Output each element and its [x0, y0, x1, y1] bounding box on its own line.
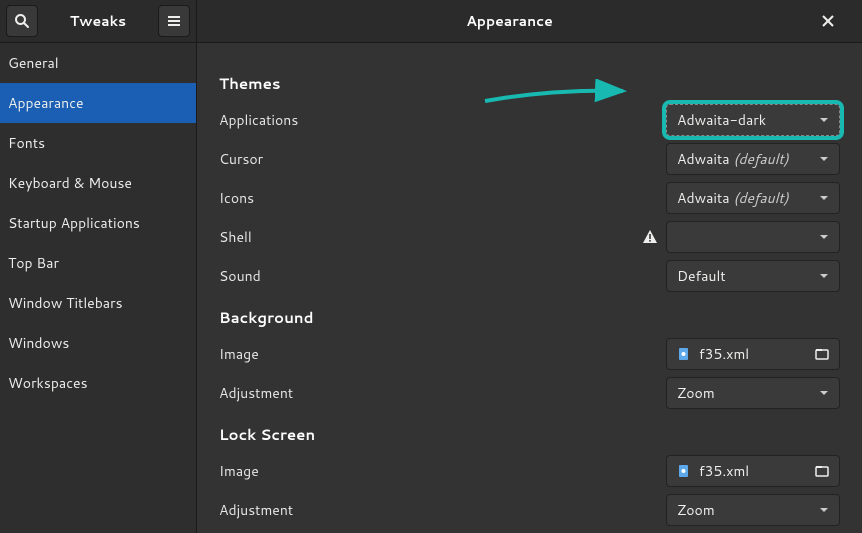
search-button[interactable] [6, 5, 38, 37]
sidebar-item-window-titlebars[interactable]: Window Titlebars [0, 283, 196, 323]
dropdown-value: Adwaita-dark [677, 110, 813, 130]
row-lockscreen-adjustment: Adjustment Zoom [219, 490, 840, 529]
applications-dropdown[interactable]: Adwaita-dark [666, 104, 840, 136]
dropdown-value: Zoom [677, 383, 813, 403]
dropdown-value: Default [677, 266, 813, 286]
row-lockscreen-image: Image f35.xml [219, 451, 840, 490]
sound-dropdown[interactable]: Default [666, 260, 840, 292]
hamburger-icon [166, 13, 182, 29]
section-heading-background: Background [219, 307, 840, 328]
row-label: Cursor [219, 149, 666, 169]
dropdown-value: Adwaita (default) [677, 149, 813, 169]
chevron-down-icon [819, 154, 829, 164]
row-icons: Icons Adwaita (default) [219, 178, 840, 217]
dropdown-value: Zoom [677, 500, 813, 520]
page-title: Appearance [197, 11, 822, 31]
chevron-down-icon [819, 505, 829, 515]
row-applications: Applications Adwaita-dark [219, 100, 840, 139]
sidebar-item-general[interactable]: General [0, 43, 196, 83]
sidebar-item-label: Fonts [8, 133, 45, 153]
sidebar: General Appearance Fonts Keyboard & Mous… [0, 43, 197, 533]
sidebar-item-keyboard-mouse[interactable]: Keyboard & Mouse [0, 163, 196, 203]
row-label: Applications [219, 110, 666, 130]
file-name: f35.xml [699, 461, 815, 481]
background-adjustment-dropdown[interactable]: Zoom [666, 377, 840, 409]
sidebar-item-label: Appearance [8, 93, 84, 113]
cursor-dropdown[interactable]: Adwaita (default) [666, 143, 840, 175]
background-image-button[interactable]: f35.xml [666, 338, 840, 370]
row-label: Icons [219, 188, 666, 208]
app-title: Tweaks [42, 11, 154, 31]
file-name: f35.xml [699, 344, 815, 364]
row-background-adjustment: Adjustment Zoom [219, 373, 840, 412]
sidebar-item-windows[interactable]: Windows [0, 323, 196, 363]
sidebar-item-appearance[interactable]: Appearance [0, 83, 196, 123]
sidebar-item-label: General [8, 53, 59, 73]
chevron-down-icon [819, 232, 829, 242]
shell-dropdown[interactable] [666, 221, 840, 253]
sidebar-item-startup-applications[interactable]: Startup Applications [0, 203, 196, 243]
dropdown-value: Adwaita (default) [677, 188, 813, 208]
icons-dropdown[interactable]: Adwaita (default) [666, 182, 840, 214]
chevron-down-icon [819, 388, 829, 398]
open-icon [815, 464, 829, 478]
file-icon [677, 347, 691, 361]
sidebar-item-workspaces[interactable]: Workspaces [0, 363, 196, 403]
menu-button[interactable] [158, 5, 190, 37]
file-icon [677, 464, 691, 478]
row-sound: Sound Default [219, 256, 840, 295]
section-heading-themes: Themes [219, 73, 840, 94]
row-label: Sound [219, 266, 666, 286]
section-heading-lockscreen: Lock Screen [219, 424, 840, 445]
row-label: Image [219, 344, 666, 364]
headerbar: Tweaks Appearance [0, 0, 862, 43]
sidebar-item-label: Startup Applications [8, 213, 140, 233]
chevron-down-icon [819, 271, 829, 281]
content-panel: Themes Applications Adwaita-dark Cursor … [197, 43, 862, 533]
sidebar-item-label: Window Titlebars [8, 293, 123, 313]
lockscreen-adjustment-dropdown[interactable]: Zoom [666, 494, 840, 526]
row-cursor: Cursor Adwaita (default) [219, 139, 840, 178]
chevron-down-icon [819, 115, 829, 125]
row-shell: Shell [219, 217, 840, 256]
row-label: Image [219, 461, 666, 481]
sidebar-item-fonts[interactable]: Fonts [0, 123, 196, 163]
sidebar-item-top-bar[interactable]: Top Bar [0, 243, 196, 283]
search-icon [14, 13, 30, 29]
close-button[interactable] [822, 15, 862, 27]
chevron-down-icon [819, 193, 829, 203]
row-label: Adjustment [219, 500, 666, 520]
row-label: Shell [219, 227, 642, 247]
close-icon [822, 15, 834, 27]
sidebar-item-label: Windows [8, 333, 69, 353]
warning-icon [642, 229, 658, 245]
lockscreen-image-button[interactable]: f35.xml [666, 455, 840, 487]
open-icon [815, 347, 829, 361]
sidebar-item-label: Top Bar [8, 253, 59, 273]
row-background-image: Image f35.xml [219, 334, 840, 373]
sidebar-item-label: Keyboard & Mouse [8, 173, 132, 193]
row-label: Adjustment [219, 383, 666, 403]
sidebar-item-label: Workspaces [8, 373, 88, 393]
